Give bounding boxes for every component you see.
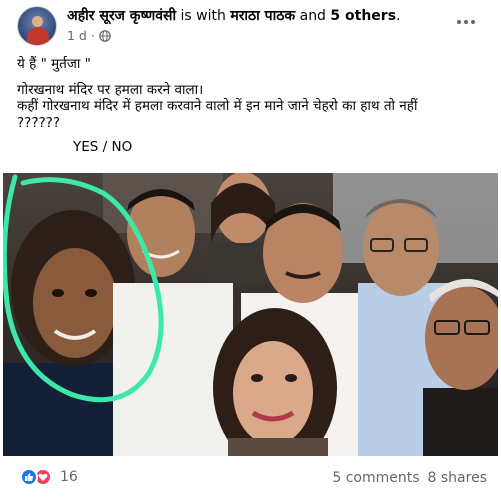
avatar-head bbox=[32, 16, 43, 27]
post-time[interactable]: 1 d bbox=[67, 28, 87, 43]
author-avatar[interactable] bbox=[17, 6, 57, 46]
post-line-3: कहीं गोरखनाथ मंदिर में हमला करवाने वालो … bbox=[17, 98, 418, 114]
yes-no-text: YES / NO bbox=[73, 139, 133, 155]
post-footer: 16 5 comments 8 shares bbox=[0, 462, 501, 494]
post-text: ये हैं " मुर्तजा " गोरखनाथ मंदिर पर हमला… bbox=[17, 56, 492, 156]
post-line-1: ये हैं " मुर्तजा " bbox=[17, 56, 91, 72]
shares-count[interactable]: 8 shares bbox=[428, 470, 487, 486]
post-line-4: ?????? bbox=[17, 114, 60, 131]
more-options-icon[interactable] bbox=[452, 12, 480, 32]
post-meta: 1 d · bbox=[67, 28, 111, 43]
period: . bbox=[396, 8, 401, 24]
reaction-count: 16 bbox=[60, 469, 78, 485]
post-header: अहीर सूरज कृष्णवंसी is with मराठा पाठक a… bbox=[0, 0, 501, 50]
tagged-person[interactable]: मराठा पाठक bbox=[230, 8, 295, 24]
author-line: अहीर सूरज कृष्णवंसी is with मराठा पाठक a… bbox=[67, 7, 400, 25]
comments-count[interactable]: 5 comments bbox=[332, 470, 419, 486]
post-photo[interactable] bbox=[3, 173, 498, 456]
meta-separator: · bbox=[90, 28, 95, 43]
facebook-post: अहीर सूरज कृष्णवंसी is with मराठा पाठक a… bbox=[0, 0, 501, 497]
like-reaction-icon bbox=[20, 468, 38, 486]
others-link[interactable]: 5 others bbox=[330, 8, 396, 24]
with-text: is with bbox=[180, 8, 226, 24]
reaction-summary[interactable]: 16 bbox=[20, 468, 78, 486]
group-selfie-image bbox=[3, 173, 498, 456]
and-text: and bbox=[299, 8, 326, 24]
globe-icon bbox=[99, 29, 111, 42]
author-name[interactable]: अहीर सूरज कृष्णवंसी bbox=[67, 8, 176, 24]
post-line-2: गोरखनाथ मंदिर पर हमला करने वाला। bbox=[17, 81, 204, 98]
avatar-body bbox=[27, 27, 49, 45]
engagement-stats: 5 comments 8 shares bbox=[332, 470, 487, 486]
